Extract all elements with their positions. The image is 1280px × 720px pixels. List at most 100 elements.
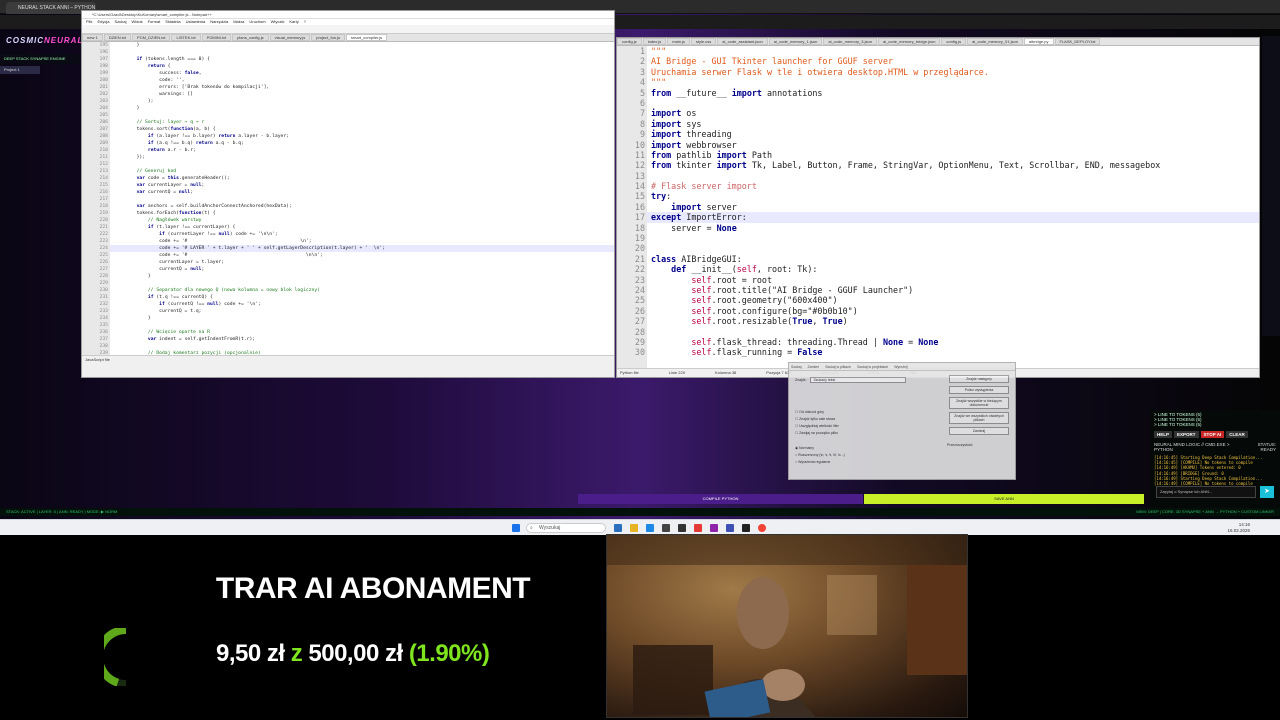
menu-item[interactable]: Szukaj bbox=[114, 19, 126, 24]
code-line[interactable]: # Flask server import bbox=[647, 181, 1259, 191]
edge-icon[interactable] bbox=[646, 524, 654, 532]
dialog-button[interactable]: Zamknij bbox=[949, 427, 1009, 435]
code-line[interactable]: currentLayer = t.layer; bbox=[110, 259, 614, 266]
code-line[interactable] bbox=[647, 233, 1259, 243]
file-tab[interactable]: LISTEK.txt bbox=[171, 34, 201, 41]
dialog-tab[interactable]: Szukaj w plikach bbox=[825, 365, 851, 369]
code-line[interactable]: // Nagłówek warstwy bbox=[110, 217, 614, 224]
menu-item[interactable]: Format bbox=[148, 19, 161, 24]
search-mode[interactable]: ○ Rozszerzony (\n, \r, \t, \0, \x...) bbox=[795, 452, 915, 459]
code-line[interactable]: if (a.q !== b.q) return a.q - b.q; bbox=[110, 140, 614, 147]
code-line[interactable]: import threading bbox=[647, 129, 1259, 139]
menu-item[interactable]: Wtyczki bbox=[271, 19, 285, 24]
code-line[interactable]: if (currentLayer !== null) code += '\n\n… bbox=[110, 231, 614, 238]
code-line[interactable]: return { bbox=[110, 63, 614, 70]
code-line[interactable] bbox=[110, 322, 614, 329]
file-tab[interactable]: POMINI.txt bbox=[201, 34, 232, 41]
code-line[interactable] bbox=[647, 327, 1259, 337]
dialog-option[interactable]: ☐ Uwzględniaj wielkość liter bbox=[795, 423, 915, 430]
code-line[interactable]: Uruchamia serwer Flask w tle i otwiera d… bbox=[647, 67, 1259, 77]
search-mode[interactable]: ◉ Normalny bbox=[795, 445, 915, 452]
code-line[interactable]: self.root.configure(bg="#0b0b10") bbox=[647, 306, 1259, 316]
file-tab[interactable]: config.js bbox=[617, 38, 642, 45]
dialog-button[interactable]: Znajdź we wszystkich otwartych plikach bbox=[949, 412, 1009, 424]
code-line[interactable]: self.root.resizable(True, True) bbox=[647, 316, 1259, 326]
code-line[interactable]: if (t.q !== currentQ) { bbox=[110, 294, 614, 301]
dialog-option[interactable]: ☐ Od dołu/od góry bbox=[795, 409, 915, 416]
menu-item[interactable]: Plik bbox=[86, 19, 92, 24]
code-line[interactable]: self.root.title("AI Bridge - GGUF Launch… bbox=[647, 285, 1259, 295]
file-tab[interactable]: config.js bbox=[941, 38, 967, 45]
console-button[interactable]: CLEAR bbox=[1226, 431, 1248, 438]
code-line[interactable]: tokens.sort(function(a, b) { bbox=[110, 126, 614, 133]
taskbar-clock[interactable]: 14:16 16.02.2026 bbox=[1227, 522, 1250, 534]
save-ann-button[interactable]: SAVE ANN bbox=[864, 494, 1144, 504]
file-tab[interactable]: ai_code_memory_1.json bbox=[768, 38, 823, 45]
code-line[interactable]: try: bbox=[647, 191, 1259, 201]
code-line[interactable]: """ bbox=[647, 46, 1259, 56]
code-line[interactable]: currentQ = null; bbox=[110, 266, 614, 273]
code-line[interactable]: tokens.forEach(function(t) { bbox=[110, 210, 614, 217]
file-tab[interactable]: DZIEN.txt bbox=[103, 34, 132, 41]
code-line[interactable]: var currentQ = null; bbox=[110, 189, 614, 196]
code-line[interactable]: self.flask_running = False bbox=[647, 347, 1259, 357]
code-line[interactable]: import webbrowser bbox=[647, 140, 1259, 150]
menu-item[interactable]: ? bbox=[304, 19, 306, 24]
code-line[interactable]: // Sortuj: layer → q → r bbox=[110, 119, 614, 126]
file-tab[interactable]: PCM_DZIEN.txt bbox=[132, 34, 171, 41]
code-line[interactable]: code: '', bbox=[110, 77, 614, 84]
file-tab[interactable]: ai_code_memory_01.json bbox=[967, 38, 1023, 45]
code-line[interactable]: self.flask_thread: threading.Thread | No… bbox=[647, 337, 1259, 347]
paint-icon[interactable] bbox=[694, 524, 702, 532]
code-line[interactable]: } bbox=[110, 105, 614, 112]
code-line[interactable]: var indent = self.getIndentFromR(t.r); bbox=[110, 336, 614, 343]
file-tab[interactable]: aibridge.py bbox=[1023, 38, 1054, 45]
search-mode[interactable]: ○ Wyrażenia regularne bbox=[795, 459, 915, 466]
code-line[interactable]: // Separator dla nowego Q (nowa kolumna … bbox=[110, 287, 614, 294]
code-line[interactable]: warnings: [] bbox=[110, 91, 614, 98]
menu-item[interactable]: Karty bbox=[289, 19, 298, 24]
code-line[interactable]: AI Bridge - GUI Tkinter launcher for GGU… bbox=[647, 56, 1259, 66]
dialog-button[interactable]: Policz wystąpienia bbox=[949, 386, 1009, 394]
code-line[interactable]: except ImportError: bbox=[647, 212, 1259, 223]
code-line[interactable]: success: false, bbox=[110, 70, 614, 77]
code-line[interactable] bbox=[110, 49, 614, 56]
menu-item[interactable]: Makra bbox=[233, 19, 244, 24]
file-tab[interactable]: ai_code_memory_3.json bbox=[823, 38, 877, 45]
terminal-icon[interactable] bbox=[678, 524, 686, 532]
code-editor-right[interactable]: """ AI Bridge - GUI Tkinter launcher for … bbox=[647, 46, 1259, 368]
code-line[interactable]: """ bbox=[647, 77, 1259, 87]
compile-python-button[interactable]: COMPILE PYTHON bbox=[578, 494, 863, 504]
file-tab[interactable]: plans_config.js bbox=[232, 34, 269, 41]
menu-item[interactable]: Ustawienia bbox=[186, 19, 206, 24]
code-line[interactable]: from __future__ import annotations bbox=[647, 88, 1259, 98]
menu-item[interactable]: Składnia bbox=[165, 19, 180, 24]
file-tab[interactable]: style.css bbox=[690, 38, 717, 45]
cmd-icon[interactable] bbox=[742, 524, 750, 532]
code-line[interactable]: // Generuj kod bbox=[110, 168, 614, 175]
file-tab[interactable]: smart_compiler.js bbox=[346, 34, 388, 41]
menu-item[interactable]: Narzędzia bbox=[210, 19, 228, 24]
menu-item[interactable]: Uruchom bbox=[249, 19, 265, 24]
code-line[interactable]: import os bbox=[647, 108, 1259, 118]
taskbar-search[interactable]: ⌕ Wyszukaj bbox=[526, 523, 606, 533]
code-line[interactable]: if (currentQ !== null) code += '\n'; bbox=[110, 301, 614, 308]
chrome-icon[interactable] bbox=[758, 524, 766, 532]
find-input[interactable]: Szukany tekst bbox=[810, 377, 907, 383]
code-line[interactable]: }); bbox=[110, 154, 614, 161]
dialog-option[interactable]: ☐ Znajdź tylko całe słowa bbox=[795, 416, 915, 423]
dialog-option[interactable]: ☐ Zawijaj na początku pliku bbox=[795, 430, 915, 437]
code-line[interactable]: var anchors = self.buildAnchorConnectAnc… bbox=[110, 203, 614, 210]
code-line[interactable]: self.root.geometry("600x400") bbox=[647, 295, 1259, 305]
file-tab[interactable]: FLASK_DEPLOY.txt bbox=[1054, 38, 1101, 45]
store-icon[interactable] bbox=[726, 524, 734, 532]
console-button[interactable]: STOP AI bbox=[1200, 431, 1225, 438]
explorer-icon[interactable] bbox=[630, 524, 638, 532]
file-tab[interactable]: project_fun.js bbox=[311, 34, 346, 41]
code-line[interactable]: errors: ['Brak tokenów do kompilacji'], bbox=[110, 84, 614, 91]
code-editor[interactable]: } if (tokens.length === 0) { return { su… bbox=[110, 42, 614, 355]
code-line[interactable]: }; bbox=[110, 98, 614, 105]
code-line[interactable]: var code = this.generateHeader(); bbox=[110, 175, 614, 182]
code-line[interactable]: } bbox=[110, 42, 614, 49]
file-tab[interactable]: main.js bbox=[667, 38, 690, 45]
